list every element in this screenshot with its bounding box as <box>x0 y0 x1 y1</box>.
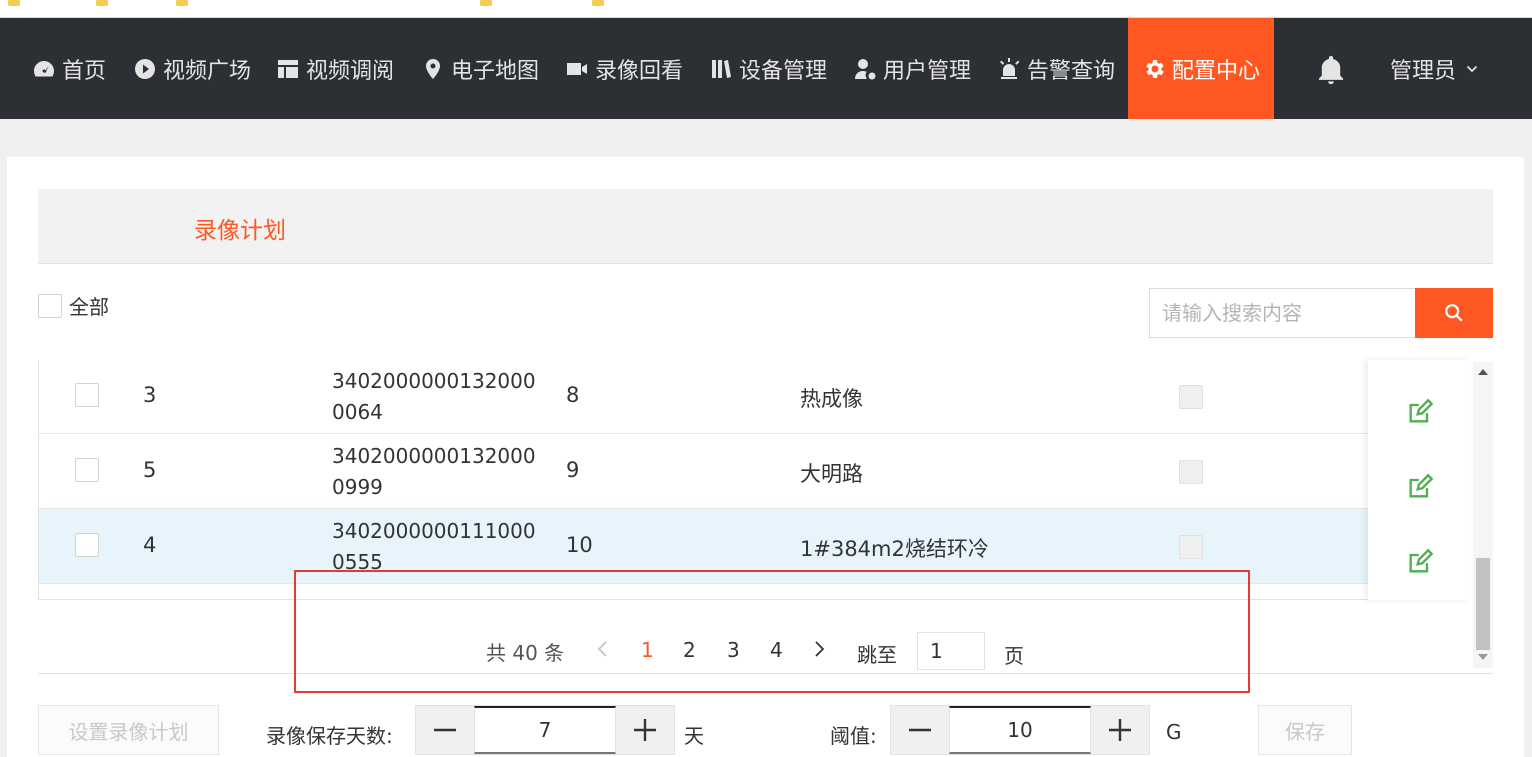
bell-icon[interactable] <box>1314 52 1348 88</box>
device-code-line: 3402000000111000 <box>332 519 536 543</box>
save-button[interactable]: 保存 <box>1258 705 1352 755</box>
threshold-stepper <box>890 705 1150 755</box>
nav-label: 视频广场 <box>163 58 252 84</box>
scroll-up-arrow[interactable] <box>1478 369 1488 375</box>
nav-item-video-square[interactable]: 视频广场 <box>133 18 251 119</box>
nav-label: 视频调阅 <box>306 58 395 84</box>
bookmark-folder-icon[interactable] <box>96 0 108 6</box>
row-checkbox[interactable] <box>75 383 99 407</box>
search-button[interactable] <box>1415 288 1493 338</box>
decrement-button[interactable] <box>891 706 949 754</box>
nav-label: 录像回看 <box>595 58 684 84</box>
dashboard-icon <box>34 60 54 76</box>
row-status-checkbox <box>1179 460 1203 484</box>
row-device-code: 3402000000111000 0555 <box>332 516 552 578</box>
row-device-code: 3402000000132000 0999 <box>332 441 552 503</box>
bookmark-folder-icon[interactable] <box>176 0 188 6</box>
retention-days-label: 录像保存天数: <box>266 724 393 748</box>
nav-item-playback[interactable]: 录像回看 <box>565 18 683 119</box>
tab-recording-plan[interactable]: 录像计划 <box>194 211 286 245</box>
edit-icon[interactable] <box>1406 473 1434 501</box>
row-status-checkbox <box>1179 385 1203 409</box>
set-recording-plan-button[interactable]: 设置录像计划 <box>38 705 219 755</box>
plus-icon <box>634 719 656 741</box>
gear-icon <box>1146 59 1164 78</box>
plus-icon <box>1109 719 1131 741</box>
alarm-icon <box>1000 57 1020 79</box>
row-device-code: 3402000000132000 0064 <box>332 366 552 428</box>
search-input[interactable] <box>1149 288 1416 338</box>
map-pin-icon <box>426 58 440 79</box>
minus-icon <box>434 728 456 732</box>
row-name: 大明路 <box>800 462 863 486</box>
chevron-down-icon <box>1466 65 1478 72</box>
search-icon <box>1445 304 1463 322</box>
row-id: 4 <box>143 533 157 557</box>
bookmark-folder-icon[interactable] <box>480 0 492 6</box>
device-code-line: 0064 <box>332 400 383 424</box>
row-name: 1#384m2烧结环冷 <box>800 537 989 561</box>
decrement-button[interactable] <box>416 706 474 754</box>
increment-button[interactable] <box>616 706 674 754</box>
select-all-label: 全部 <box>69 295 109 319</box>
device-code-line: 3402000000132000 <box>332 369 536 393</box>
retention-days-unit: 天 <box>684 724 704 748</box>
tab-bar: 录像计划 <box>38 189 1493 264</box>
row-channel: 10 <box>566 533 593 557</box>
threshold-input[interactable] <box>949 706 1091 754</box>
row-checkbox[interactable] <box>75 533 99 557</box>
row-name: 热成像 <box>800 387 863 411</box>
device-icon <box>712 59 731 78</box>
highlight-annotation-box <box>294 570 1250 693</box>
nav-item-home[interactable]: 首页 <box>32 18 106 119</box>
browser-bookmark-strip <box>0 0 1532 18</box>
select-all-checkbox[interactable] <box>38 293 62 318</box>
row-id: 5 <box>143 458 157 482</box>
nav-item-video-review[interactable]: 视频调阅 <box>276 18 394 119</box>
layout-icon <box>278 59 298 78</box>
table-row[interactable]: 3 3402000000132000 0064 8 热成像 <box>39 360 1470 434</box>
threshold-unit: G <box>1166 720 1182 744</box>
device-code-line: 0999 <box>332 475 383 499</box>
row-checkbox[interactable] <box>75 458 99 482</box>
row-id: 3 <box>143 383 157 407</box>
bookmark-folder-icon[interactable] <box>592 0 604 6</box>
user-name: 管理员 <box>1390 58 1457 84</box>
footer-controls: 设置录像计划 录像保存天数: 天 阈值: G 保存 <box>0 704 1532 757</box>
nav-item-config-center[interactable]: 配置中心 <box>1128 18 1275 119</box>
retention-days-stepper <box>415 705 675 755</box>
row-channel: 8 <box>566 383 580 407</box>
nav-item-user-management[interactable]: 用户管理 <box>853 18 971 119</box>
recording-plan-table: 3 3402000000132000 0064 8 热成像 5 34020000… <box>38 360 1470 600</box>
select-all[interactable]: 全部 <box>38 291 109 320</box>
increment-button[interactable] <box>1091 706 1149 754</box>
nav-item-device-management[interactable]: 设备管理 <box>709 18 827 119</box>
nav-item-alarm-query[interactable]: 告警查询 <box>997 18 1115 119</box>
device-code-line: 3402000000132000 <box>332 444 536 468</box>
play-circle-icon <box>135 58 155 79</box>
threshold-label: 阈值: <box>830 724 877 748</box>
row-channel: 9 <box>566 458 580 482</box>
nav-label: 用户管理 <box>883 58 972 84</box>
nav-label: 设备管理 <box>739 58 828 84</box>
user-menu[interactable]: 管理员 <box>1390 18 1478 119</box>
top-navigation: 首页 视频广场 视频调阅 电子地图 录像回看 设备管理 用户管理 告警查询 配置… <box>0 18 1532 119</box>
table-row[interactable]: 5 3402000000132000 0999 9 大明路 <box>39 434 1470 509</box>
edit-icon[interactable] <box>1406 398 1434 426</box>
nav-item-e-map[interactable]: 电子地图 <box>421 18 539 119</box>
nav-label: 告警查询 <box>1027 58 1116 84</box>
bookmark-folder-icon[interactable] <box>8 0 20 6</box>
video-camera-icon <box>567 62 587 75</box>
retention-days-input[interactable] <box>474 706 616 754</box>
edit-icon[interactable] <box>1406 548 1434 576</box>
nav-label: 配置中心 <box>1172 58 1261 84</box>
minus-icon <box>909 728 931 732</box>
nav-label: 首页 <box>62 58 107 84</box>
nav-label: 电子地图 <box>451 58 540 84</box>
user-gear-icon <box>855 58 876 79</box>
search-bar <box>1149 288 1493 338</box>
row-status-checkbox <box>1179 535 1203 559</box>
